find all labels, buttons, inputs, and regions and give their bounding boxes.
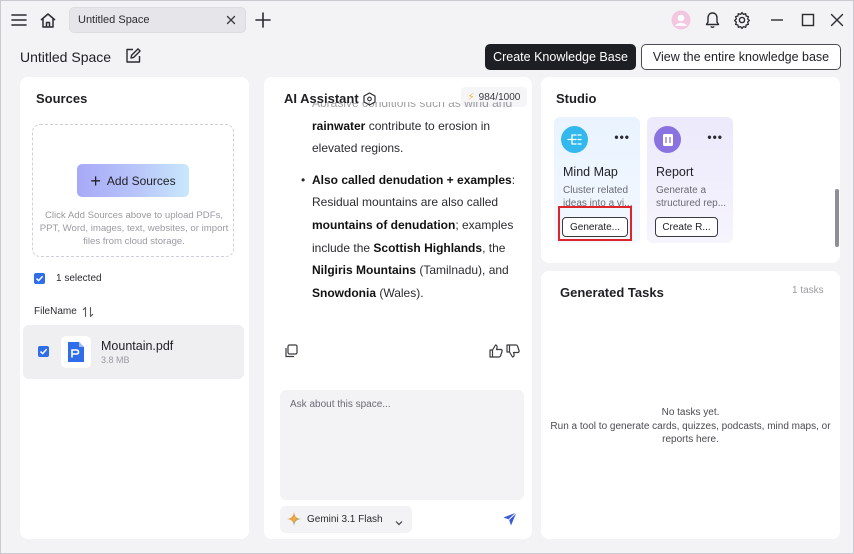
chevron-down-icon — [394, 515, 404, 526]
title-bar: Untitled Space — [1, 1, 853, 39]
chat-paragraph: rainwater contribute to erosion in eleva… — [286, 115, 522, 160]
chat-text: (Tamilnadu), and — [416, 263, 509, 278]
ask-input[interactable]: Ask about this space... — [280, 390, 524, 500]
maximize-icon[interactable] — [798, 10, 818, 30]
close-window-icon[interactable] — [827, 10, 847, 30]
empty-title: No tasks yet. — [661, 407, 720, 418]
filename-column-header[interactable]: FileName — [34, 306, 77, 317]
chat-bullet: • Also called denudation + examples: Res… — [286, 169, 522, 305]
menu-icon[interactable] — [9, 10, 29, 30]
report-icon — [654, 126, 681, 153]
file-checkbox[interactable] — [38, 346, 49, 357]
file-size: 3.8 MB — [101, 355, 130, 365]
lightning-icon: ⚡ — [467, 91, 475, 103]
edit-title-icon[interactable] — [124, 47, 142, 65]
chat-message: Abrasive conditions such as wind and rai… — [286, 102, 522, 324]
model-selector[interactable]: Gemini 3.1 Flash — [280, 506, 412, 533]
sort-arrows-icon[interactable] — [82, 305, 94, 318]
send-icon[interactable] — [502, 511, 518, 527]
keyword: mountains of denudation — [312, 217, 456, 232]
notification-bell-icon[interactable] — [702, 10, 722, 30]
model-name: Gemini 3.1 Flash — [307, 514, 383, 525]
ai-assistant-panel: AI Assistant ⚡ 984/1000 Abrasive conditi… — [264, 77, 532, 539]
studio-title: Studio — [556, 91, 597, 106]
create-report-button[interactable]: Create R... — [655, 217, 718, 237]
bullet-heading: Also called denudation + examples — [312, 172, 512, 187]
plus-icon: + — [90, 170, 101, 191]
keyword: Scottish Highlands — [373, 240, 483, 255]
studio-panel: Studio ••• Mind Map Cluster related idea… — [541, 77, 840, 263]
empty-state: No tasks yet. Run a tool to generate car… — [541, 406, 840, 447]
settings-gear-icon[interactable] — [732, 10, 752, 30]
generated-tasks-title: Generated Tasks — [560, 285, 664, 300]
generated-tasks-panel: Generated Tasks 1 tasks No tasks yet. Ru… — [541, 271, 840, 539]
add-sources-button[interactable]: + Add Sources — [77, 164, 189, 197]
upload-hint: Click Add Sources above to upload PDFs, … — [39, 210, 229, 247]
report-desc: Generate a structured rep... — [656, 185, 727, 209]
tab-label: Untitled Space — [78, 14, 150, 26]
keyword: Snowdonia — [312, 285, 376, 300]
studio-scrollbar[interactable] — [835, 189, 839, 247]
mind-map-title: Mind Map — [563, 165, 618, 179]
tab-close-icon[interactable] — [224, 13, 238, 27]
ask-placeholder: Ask about this space... — [290, 399, 391, 410]
file-row[interactable]: Mountain.pdf 3.8 MB — [23, 325, 244, 379]
report-more-icon[interactable]: ••• — [707, 130, 723, 144]
home-icon[interactable] — [38, 10, 58, 30]
keyword: Nilgiris Mountains — [312, 263, 417, 278]
create-knowledge-base-button[interactable]: Create Knowledge Base — [485, 44, 636, 70]
upload-dropzone[interactable]: + Add Sources Click Add Sources above to… — [32, 124, 234, 257]
selected-count: 1 selected — [56, 273, 102, 284]
report-card[interactable]: ••• Report Generate a structured rep... … — [647, 117, 733, 243]
mind-map-icon — [561, 126, 588, 153]
keyword: rainwater — [312, 118, 366, 133]
task-count: 1 tasks — [792, 285, 824, 296]
gemini-sparkle-icon — [287, 512, 301, 526]
chat-text: , the — [482, 240, 506, 255]
chat-text: (Wales). — [376, 285, 424, 300]
empty-hint: Run a tool to generate cards, quizzes, p… — [550, 420, 831, 446]
credits-value: 984/1000 — [478, 91, 521, 103]
chat-text-cut: Abrasive conditions such as wind and — [312, 102, 513, 110]
thumbs-down-icon[interactable] — [505, 343, 521, 359]
highlight-box — [558, 206, 632, 241]
report-title: Report — [656, 165, 694, 179]
view-knowledge-base-button[interactable]: View the entire knowledge base — [641, 44, 841, 70]
file-name: Mountain.pdf — [101, 339, 174, 353]
tab-untitled-space[interactable]: Untitled Space — [69, 7, 246, 33]
copy-icon[interactable] — [283, 343, 299, 359]
user-avatar-icon[interactable] — [671, 10, 691, 30]
select-all-checkbox[interactable] — [34, 273, 45, 284]
sources-panel: Sources + Add Sources Click Add Sources … — [20, 77, 249, 539]
space-title: Untitled Space — [20, 49, 112, 65]
minimize-icon[interactable] — [767, 10, 787, 30]
add-sources-label: Add Sources — [106, 173, 176, 188]
new-tab-plus-icon[interactable] — [253, 10, 273, 30]
mind-map-more-icon[interactable]: ••• — [614, 130, 630, 144]
thumbs-up-icon[interactable] — [488, 343, 504, 359]
pdf-file-icon — [61, 336, 91, 368]
bullet-dot: • — [301, 172, 306, 187]
sources-title: Sources — [36, 91, 88, 106]
